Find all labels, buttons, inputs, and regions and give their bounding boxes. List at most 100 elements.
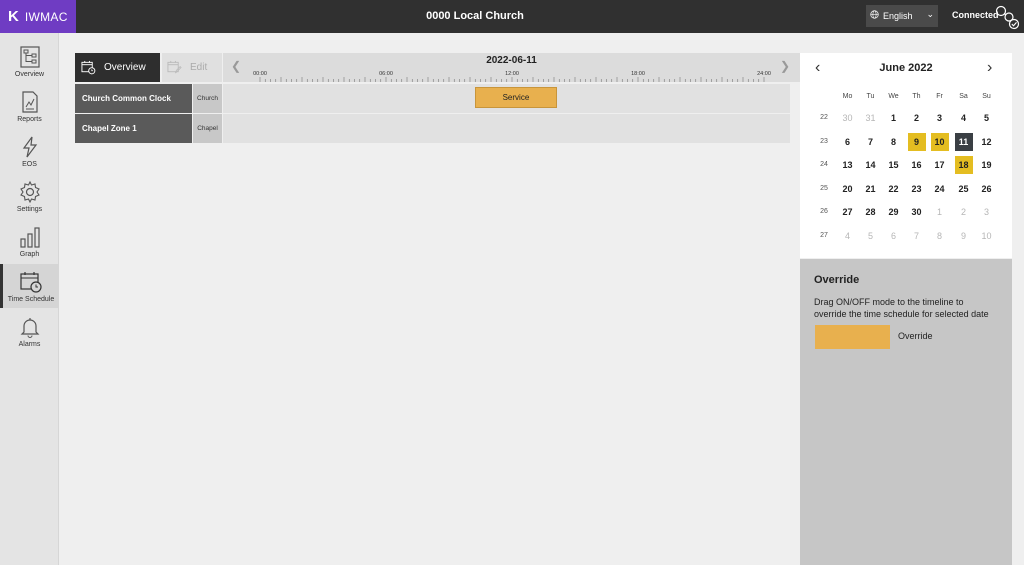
- connection-status: Connected: [952, 10, 999, 20]
- override-panel: Override Drag ON/OFF mode to the timelin…: [800, 259, 1012, 565]
- calendar-day[interactable]: 27: [839, 203, 857, 221]
- calendar-day[interactable]: 1: [931, 203, 949, 221]
- connection-icon[interactable]: [994, 4, 1020, 30]
- calendar-next-button[interactable]: ›: [987, 59, 992, 77]
- calendar-edit-icon: [167, 60, 182, 74]
- chevron-down-icon: ⌄: [926, 9, 934, 19]
- sidebar-label: Time Schedule: [7, 296, 55, 303]
- sidebar-item-time-schedule[interactable]: Time Schedule: [0, 264, 59, 308]
- weekday-label: Sa: [959, 93, 968, 100]
- timeline-ticks: [259, 77, 765, 82]
- week-number: 27: [820, 231, 828, 239]
- sitemap-icon: [19, 46, 40, 68]
- timeline-date: 2022-06-11: [486, 55, 537, 66]
- weekday-label: Fr: [936, 93, 943, 100]
- calendar-day[interactable]: 8: [931, 227, 949, 245]
- calendar-day[interactable]: 12: [978, 133, 996, 151]
- calendar-day[interactable]: 29: [885, 203, 903, 221]
- weekday-label: We: [888, 93, 899, 100]
- calendar-day[interactable]: 21: [862, 180, 880, 198]
- tab-edit-label: Edit: [190, 62, 208, 73]
- calendar-day[interactable]: 30: [839, 109, 857, 127]
- calendar-day[interactable]: 10: [930, 132, 949, 151]
- sidebar-item-overview[interactable]: Overview: [0, 39, 59, 83]
- timeline-next-button[interactable]: ❯: [780, 59, 790, 73]
- weekday-label: Th: [912, 93, 921, 100]
- calendar-day[interactable]: 2: [908, 109, 926, 127]
- sidebar-item-alarms[interactable]: Alarms: [0, 309, 59, 353]
- tab-overview-label: Overview: [104, 62, 146, 73]
- timeline-header: ❮ 2022-06-11 ❯ 00:00 06:00 12:00 18:00 2…: [223, 53, 800, 82]
- language-select[interactable]: English ⌄: [866, 5, 938, 27]
- language-value: English: [883, 11, 913, 21]
- calendar-day[interactable]: 25: [955, 180, 973, 198]
- calendar-day[interactable]: 23: [908, 180, 926, 198]
- row-name[interactable]: Chapel Zone 1: [75, 114, 192, 143]
- calendar-day[interactable]: 4: [955, 109, 973, 127]
- schedule-row: Chapel Zone 1 Chapel: [75, 114, 790, 143]
- calendar-day[interactable]: 7: [862, 133, 880, 151]
- calendar-day[interactable]: 8: [885, 133, 903, 151]
- sidebar-label: Graph: [19, 251, 40, 258]
- sidebar-label: EOS: [22, 161, 37, 168]
- calendar-day[interactable]: 5: [862, 227, 880, 245]
- calendar-day[interactable]: 9: [907, 132, 926, 151]
- weekday-label: Tu: [866, 93, 875, 100]
- calendar-day[interactable]: 3: [931, 109, 949, 127]
- calendar-day[interactable]: 1: [885, 109, 903, 127]
- week-number: 23: [820, 137, 828, 145]
- calendar-day[interactable]: 26: [978, 180, 996, 198]
- row-track[interactable]: [223, 114, 790, 143]
- tab-edit[interactable]: Edit: [162, 53, 222, 82]
- calendar-day[interactable]: 2: [955, 203, 973, 221]
- calendar-clock-icon: [81, 60, 96, 75]
- calendar-day[interactable]: 15: [885, 156, 903, 174]
- calendar-day[interactable]: 6: [885, 227, 903, 245]
- schedule-row: Church Common Clock Church Service: [75, 84, 790, 113]
- calendar-day[interactable]: 28: [862, 203, 880, 221]
- calendar-day[interactable]: 9: [955, 227, 973, 245]
- calendar-day[interactable]: 13: [839, 156, 857, 174]
- sidebar-label: Alarms: [18, 341, 41, 348]
- calendar-day[interactable]: 14: [862, 156, 880, 174]
- calendar-day[interactable]: 22: [885, 180, 903, 198]
- row-name[interactable]: Church Common Clock: [75, 84, 192, 113]
- bell-icon: [20, 318, 39, 338]
- calendar-day[interactable]: 7: [908, 227, 926, 245]
- schedule-block-service[interactable]: Service: [475, 87, 557, 108]
- override-title: Override: [814, 274, 860, 286]
- tab-overview[interactable]: Overview: [75, 53, 160, 82]
- calendar: ‹ June 2022 › Mo Tu We Th Fr Sa Su 22 30 31 1 2 3 4 5 2…: [800, 53, 1012, 258]
- calendar-day[interactable]: 18: [954, 156, 973, 174]
- calendar-day[interactable]: 30: [908, 203, 926, 221]
- calendar-clock-icon: [20, 272, 42, 293]
- sidebar-item-graph[interactable]: Graph: [0, 219, 59, 263]
- calendar-day[interactable]: 20: [839, 180, 857, 198]
- calendar-day[interactable]: 31: [862, 109, 880, 127]
- globe-icon: [870, 10, 879, 22]
- sidebar-label: Settings: [16, 206, 43, 213]
- site-title: 0000 Local Church: [426, 10, 524, 22]
- calendar-day[interactable]: 6: [839, 133, 857, 151]
- calendar-day[interactable]: 17: [931, 156, 949, 174]
- calendar-day[interactable]: 5: [978, 109, 996, 127]
- sidebar-item-reports[interactable]: Reports: [0, 84, 59, 128]
- week-number: 26: [820, 208, 828, 215]
- report-icon: [21, 91, 38, 113]
- week-number: 22: [820, 114, 828, 121]
- sidebar-item-eos[interactable]: EOS: [0, 129, 59, 173]
- calendar-day[interactable]: 11: [954, 132, 973, 151]
- calendar-day[interactable]: 19: [978, 156, 996, 174]
- calendar-day[interactable]: 24: [931, 180, 949, 198]
- gear-icon: [19, 180, 40, 204]
- calendar-day[interactable]: 10: [978, 227, 996, 245]
- calendar-month: June 2022: [879, 62, 933, 74]
- sidebar-item-settings[interactable]: Settings: [0, 174, 59, 218]
- calendar-day[interactable]: 3: [978, 203, 996, 221]
- row-track[interactable]: Service: [223, 84, 790, 113]
- calendar-day[interactable]: 4: [839, 227, 857, 245]
- override-swatch-label: Override: [898, 331, 933, 341]
- lightning-icon: [22, 136, 37, 158]
- override-drag-swatch[interactable]: [815, 325, 890, 349]
- calendar-day[interactable]: 16: [908, 156, 926, 174]
